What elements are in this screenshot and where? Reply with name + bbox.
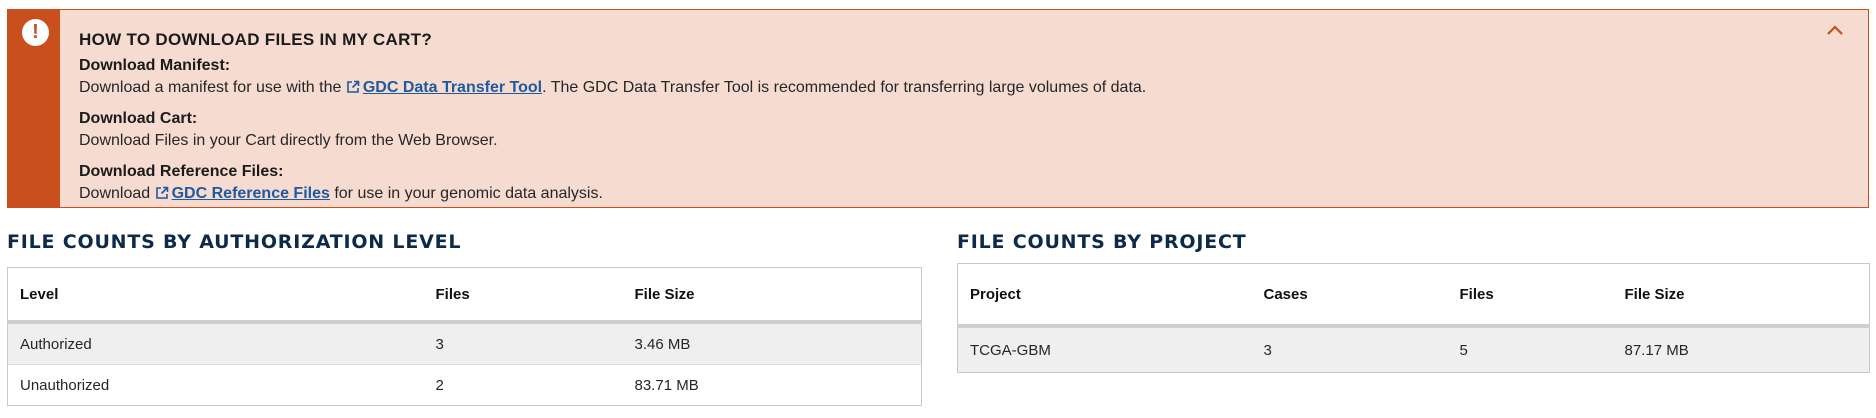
manifest-text-before: Download a manifest for use with the (79, 79, 346, 96)
chevron-up-icon[interactable] (1826, 24, 1844, 36)
banner-accent-bar: ! (8, 10, 60, 207)
cell-cases: 3 (1251, 325, 1448, 373)
cell-files: 3 (423, 321, 623, 365)
column-header-file-size[interactable]: File Size (1612, 263, 1870, 328)
column-header-file-size[interactable]: File Size (622, 267, 922, 324)
cart-text: Download Files in your Cart directly fro… (79, 132, 498, 149)
table-row: Authorized 3 3.46 MB (7, 321, 922, 365)
column-header-files[interactable]: Files (423, 267, 623, 324)
manifest-heading: Download Manifest: (79, 57, 231, 74)
table-header-row: Level Files File Size (7, 267, 922, 324)
cell-level: Unauthorized (7, 364, 424, 406)
cell-project[interactable]: TCGA-GBM (957, 325, 1252, 373)
manifest-text-after: . The GDC Data Transfer Tool is recommen… (542, 79, 1147, 96)
gdc-reference-files-label: GDC Reference Files (171, 185, 330, 202)
external-link-icon (347, 80, 360, 93)
table-row: TCGA-GBM 3 5 87.17 MB (957, 325, 1870, 373)
auth-level-table: Level Files File Size Authorized 3 3.46 … (7, 267, 922, 406)
column-header-level[interactable]: Level (7, 267, 424, 324)
external-link-icon (155, 186, 168, 199)
cell-file-size: 83.71 MB (622, 364, 922, 406)
cell-files: 2 (423, 364, 623, 406)
banner-content: HOW TO DOWNLOAD FILES IN MY CART? Downlo… (79, 30, 1808, 214)
reference-text-before: Download (79, 185, 155, 202)
gdc-data-transfer-tool-link[interactable]: GDC Data Transfer Tool (346, 79, 542, 96)
cell-file-size: 87.17 MB (1612, 325, 1870, 373)
cell-level: Authorized (7, 321, 424, 365)
reference-text-after: for use in your genomic data analysis. (329, 185, 603, 202)
cell-files: 5 (1447, 325, 1613, 373)
auth-panel-title: FILE COUNTS BY AUTHORIZATION LEVEL (7, 231, 462, 253)
cart-heading: Download Cart: (79, 110, 198, 127)
gdc-reference-files-link[interactable]: GDC Reference Files (155, 185, 330, 202)
reference-heading: Download Reference Files: (79, 163, 284, 180)
exclamation-circle-icon: ! (22, 19, 49, 46)
reference-text: Download GDC Reference Files for use in … (79, 183, 1808, 205)
gdc-data-transfer-tool-label: GDC Data Transfer Tool (362, 79, 543, 96)
table-row: Unauthorized 2 83.71 MB (7, 364, 922, 406)
download-help-banner: ! HOW TO DOWNLOAD FILES IN MY CART? Down… (7, 9, 1869, 208)
manifest-text: Download a manifest for use with the GDC… (79, 77, 1808, 99)
column-header-cases[interactable]: Cases (1251, 263, 1448, 328)
table-header-row: Project Cases Files File Size (957, 263, 1870, 328)
column-header-files[interactable]: Files (1447, 263, 1613, 328)
project-panel-title: FILE COUNTS BY PROJECT (957, 231, 1247, 253)
project-table: Project Cases Files File Size TCGA-GBM 3… (957, 263, 1870, 373)
cell-file-size: 3.46 MB (622, 321, 922, 365)
banner-title: HOW TO DOWNLOAD FILES IN MY CART? (79, 30, 433, 49)
column-header-project[interactable]: Project (957, 263, 1252, 328)
